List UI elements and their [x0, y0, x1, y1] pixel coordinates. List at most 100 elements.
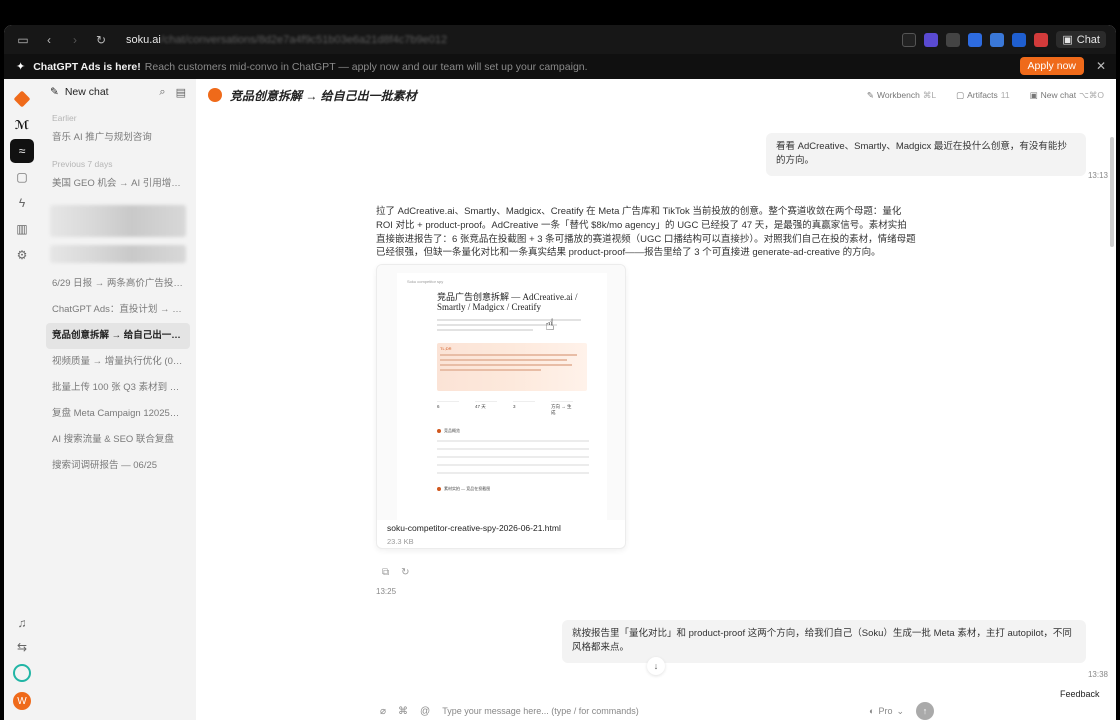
chat-list-item[interactable]: 美国 GEO 机会 → AI 引用增长计划 — [40, 171, 196, 197]
chat-list-item[interactable]: 批量上传 100 张 Q3 素材到 Meta — [40, 375, 196, 401]
preview-stat: 3 — [513, 400, 535, 416]
browser-toolbar: ▭ ‹ › ↻ soku.ai/chat/conversations/8d2e7… — [4, 25, 1116, 54]
announcement-body: Reach customers mid-convo in ChatGPT — a… — [144, 60, 588, 73]
message-composer[interactable]: ⌀ ⌘ @ Type your message here... (type / … — [368, 697, 946, 720]
message-time: 13:38 — [1087, 670, 1108, 679]
mention-icon[interactable]: @ — [420, 706, 430, 717]
artifacts-label: Artifacts — [967, 90, 998, 100]
extension-icon[interactable] — [924, 32, 939, 47]
chat-list-item[interactable]: 复盘 Meta Campaign 12025204 — [40, 401, 196, 427]
report-preview-document: Soku competitor spy 竞品广告创意拆解 — AdCreativ… — [397, 273, 607, 520]
conversation-header: 竞品创意拆解 → 给自己出一批素材 ✎ Workbench ⌘L ▢ Artif… — [196, 79, 1116, 111]
model-label: Pro — [878, 706, 893, 716]
layout-icon[interactable]: ▤ — [176, 86, 186, 99]
scrollbar[interactable] — [1110, 137, 1114, 247]
hand-cursor-icon: ☝ — [545, 317, 555, 334]
forward-icon[interactable]: › — [66, 31, 84, 49]
artifacts-count: 11 — [1000, 90, 1010, 100]
send-button[interactable]: ↑ — [916, 702, 934, 720]
blurred-thumbnail — [50, 245, 186, 263]
soku-logo-icon[interactable] — [10, 87, 34, 111]
chat-label: Chat — [1076, 33, 1100, 46]
search-icon[interactable]: ⌕ — [159, 86, 165, 99]
brand-mark-icon[interactable]: ℳ — [10, 113, 34, 137]
chat-list-header: ✎ New chat ⌕ ▤ — [40, 79, 196, 105]
attach-icon[interactable]: ⌀ — [380, 706, 386, 717]
extension-icon[interactable] — [1012, 32, 1027, 47]
sidebar-toggle-icon[interactable]: ▭ — [14, 31, 32, 49]
browser-window: ▭ ‹ › ↻ soku.ai/chat/conversations/8d2e7… — [4, 25, 1116, 720]
message-input[interactable]: Type your message here... (type / for co… — [442, 706, 639, 716]
message-actions: ⧉ ↻ — [382, 567, 410, 578]
integrations-nav-icon[interactable]: ⚙ — [10, 243, 34, 267]
preview-text-lines — [437, 318, 597, 331]
artifacts-icon: ▢ — [956, 89, 965, 100]
chat-list-item[interactable]: 视频质量 → 增量执行优化 (06/25) — [40, 349, 196, 375]
tools-icon[interactable]: ⌘ — [398, 706, 408, 717]
zap-nav-icon[interactable]: ≈ — [10, 139, 34, 163]
preview-section-label: 竞品概览 — [444, 427, 460, 433]
workbench-label: Workbench — [876, 90, 920, 100]
preview-highlight-header: TL;DR — [440, 345, 452, 351]
bolt-nav-icon[interactable]: ϟ — [10, 191, 34, 215]
model-selector[interactable]: ◐ Pro ⌄ — [869, 706, 904, 717]
library-nav-icon[interactable]: ▥ — [10, 217, 34, 241]
compose-icon: ▣ — [1029, 89, 1038, 100]
preview-stat: 47 天 — [475, 400, 497, 416]
url-host: soku.ai — [126, 33, 161, 46]
close-icon[interactable]: ✕ — [1096, 59, 1106, 73]
bell-icon[interactable]: ♫ — [18, 616, 27, 630]
avatar[interactable]: W — [13, 692, 31, 710]
chat-list-item[interactable]: ChatGPT Ads：直投计划 → 首批素材 — [40, 297, 196, 323]
extension-icon[interactable] — [902, 32, 917, 47]
workbench-button[interactable]: ✎ Workbench ⌘L — [867, 90, 936, 101]
extension-icon[interactable] — [968, 32, 983, 47]
preview-table — [437, 439, 589, 474]
preview-stat: 6 — [437, 400, 459, 416]
reload-icon[interactable]: ↻ — [92, 31, 110, 49]
browser-chat-button[interactable]: ▣ Chat — [1056, 31, 1106, 48]
apply-now-button[interactable]: Apply now — [1019, 57, 1084, 75]
settings-icon[interactable]: ⇆ — [17, 640, 27, 654]
artifact-file-name[interactable]: soku-competitor-creative-spy-2026-06-21.… — [387, 523, 561, 533]
chat-list-item[interactable]: AI 搜索流量 & SEO 联合复盘 — [40, 427, 196, 453]
chat-list-item-active[interactable]: 竞品创意拆解 → 给自己出一批素材 — [46, 323, 190, 349]
preview-title: 竞品广告创意拆解 — AdCreative.ai / Smartly / Mad… — [437, 292, 578, 313]
scroll-down-button[interactable]: ↓ — [647, 657, 665, 675]
copy-icon[interactable]: ⧉ — [382, 567, 389, 578]
extension-icon[interactable] — [990, 32, 1005, 47]
preview-stat: 方向 → 生成 — [551, 400, 573, 416]
back-icon[interactable]: ‹ — [40, 31, 58, 49]
chat-list-item[interactable]: 搜索词调研报告 — 06/25 — [40, 453, 196, 479]
regenerate-icon[interactable]: ↻ — [401, 567, 409, 578]
url-path: /chat/conversations/8d2e7a4f9c51b03e6a21… — [160, 33, 448, 46]
chat-list-item[interactable]: 6/29 日报 → 两条高价广告投放追踪 — [40, 271, 196, 297]
extension-icon[interactable] — [946, 32, 961, 47]
extension-icon[interactable] — [1034, 32, 1049, 47]
artifacts-button[interactable]: ▢ Artifacts 11 — [956, 90, 1010, 101]
preview-section: 素材实拍 — 竞品在投截图 — [437, 486, 597, 492]
preview-section-label: 素材实拍 — 竞品在投截图 — [444, 485, 491, 491]
app-rail: ℳ ≈ ▢ ϟ ▥ ⚙ ♫ ⇆ W — [4, 79, 40, 720]
chat-nav-icon[interactable]: ▢ — [10, 165, 34, 189]
feedback-button[interactable]: Feedback — [1054, 686, 1106, 702]
address-bar[interactable]: soku.ai/chat/conversations/8d2e7a4f9c51b… — [126, 34, 447, 46]
preview-section: 竞品概览 — [437, 428, 597, 434]
conversation-panel: 竞品创意拆解 → 给自己出一批素材 ✎ Workbench ⌘L ▢ Artif… — [196, 79, 1116, 720]
artifact-preview[interactable]: Soku competitor spy 竞品广告创意拆解 — AdCreativ… — [377, 265, 625, 520]
new-chat-header-button[interactable]: ▣ New chat ⌥⌘O — [1030, 90, 1104, 101]
new-chat-button[interactable]: ✎ New chat — [50, 86, 109, 98]
chat-list-item[interactable]: 音乐 AI 推广与规划咨询 — [40, 125, 196, 151]
blurred-thumbnail — [50, 205, 186, 237]
workbench-shortcut: ⌘L — [922, 89, 937, 100]
conversation-title: 竞品创意拆解 → 给自己出一批素材 — [230, 88, 417, 103]
group-label: Previous 7 days — [52, 159, 113, 169]
preview-stats: 6 47 天 3 方向 → 生成 — [437, 400, 597, 416]
announcement-headline: ChatGPT Ads is here! — [33, 60, 141, 73]
status-ring-icon[interactable] — [13, 664, 31, 682]
extensions-area: ▣ Chat — [902, 31, 1106, 48]
user-message: 看看 AdCreative、Smartly、Madgicx 最近在投什么创意，有… — [766, 133, 1086, 176]
chat-icon: ▣ — [1062, 34, 1073, 46]
artifact-card[interactable]: Soku competitor spy 竞品广告创意拆解 — AdCreativ… — [376, 264, 626, 549]
chat-list-sidebar: ✎ New chat ⌕ ▤ Earlier 音乐 AI 推广与规划咨询 Pre… — [40, 79, 196, 720]
